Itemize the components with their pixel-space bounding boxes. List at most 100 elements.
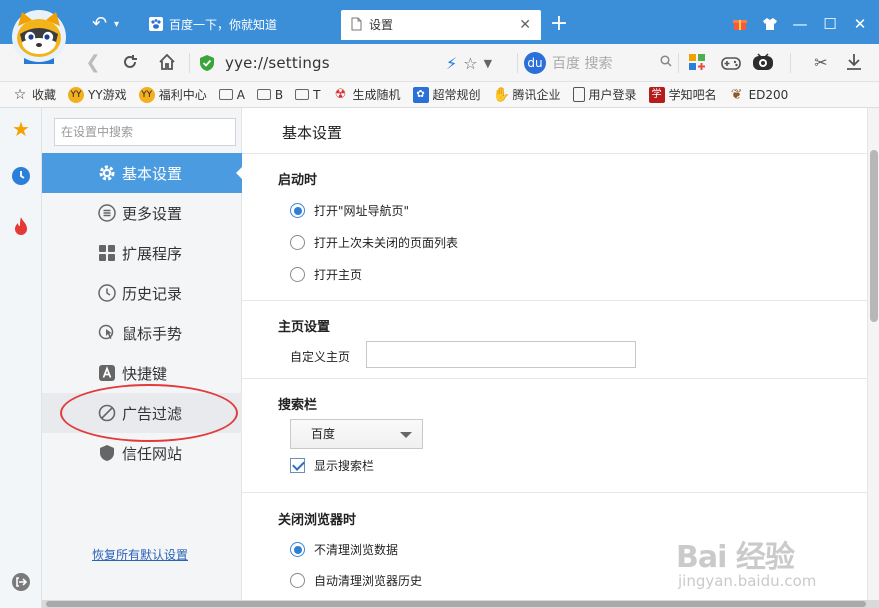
chevron-down-icon: ▾ (114, 19, 120, 30)
window-controls: — ☐ ✕ (727, 10, 873, 38)
chevron-down-icon[interactable]: ▼ (484, 57, 492, 70)
settings-content: 基本设置 启动时 打开"网址导航页" 打开上次未关闭的页面列表 打开主页 主页设… (242, 108, 867, 600)
nav-item-ad-filter[interactable]: 广告过滤 (42, 393, 242, 433)
search-input[interactable]: 百度 搜索 (552, 53, 660, 73)
checkbox[interactable] (290, 458, 305, 473)
new-tab-button[interactable]: + (549, 11, 569, 37)
title-bar: ↶ ▾ 百度一下，你就知道 设置 ✕ + — ☐ ✕ (0, 0, 879, 44)
apps-plus-icon[interactable] (684, 50, 710, 76)
nav-item-basic-settings[interactable]: 基本设置 (42, 153, 243, 193)
bookmark-item[interactable]: 用户登录 (572, 86, 637, 103)
gamepad-icon[interactable] (718, 50, 744, 76)
tab-baidu[interactable]: 百度一下，你就知道 (141, 10, 336, 40)
bookmark-item[interactable]: ✿ 超常规创 (412, 86, 481, 103)
nav-item-extensions[interactable]: 扩展程序 (42, 233, 242, 273)
divider (242, 300, 867, 301)
url-text[interactable]: yye://settings (225, 50, 330, 76)
bookmark-item[interactable]: B (256, 88, 283, 102)
lightning-icon[interactable]: ⚡ (446, 54, 457, 73)
download-icon[interactable] (841, 50, 867, 76)
search-engine-select[interactable]: 百度 (290, 419, 423, 449)
page-title: 基本设置 (282, 124, 343, 142)
bookmark-item[interactable]: ☆ 收藏 (12, 86, 56, 103)
gear-icon (99, 165, 115, 181)
restore-defaults-link[interactable]: 恢复所有默认设置 (92, 546, 188, 563)
onclose-option-keep-data[interactable]: 不清理浏览数据 (290, 541, 398, 558)
show-searchbar-option[interactable]: 显示搜索栏 (290, 457, 374, 474)
section-title-on-close: 关闭浏览器时 (278, 513, 357, 528)
secure-shield-icon (200, 55, 214, 71)
gift-icon[interactable] (727, 11, 753, 37)
bookmark-item[interactable]: T (295, 88, 321, 102)
favorites-star-icon[interactable]: ★ (10, 118, 32, 140)
section-title-searchbar: 搜索栏 (278, 398, 318, 413)
page-icon (351, 17, 362, 31)
scrollbar-thumb[interactable] (46, 601, 866, 607)
radio-button[interactable] (290, 235, 305, 250)
page-icon (572, 87, 585, 102)
startup-option-homepage[interactable]: 打开主页 (290, 266, 362, 283)
nav-item-shortcuts[interactable]: 快捷键 (42, 353, 242, 393)
bookmark-item[interactable]: ☢ 生成随机 (333, 86, 401, 103)
onclose-option-clear-history[interactable]: 自动清理浏览器历史 (290, 572, 422, 589)
bookmark-item[interactable]: 学学知吧名 (648, 86, 717, 103)
radio-button[interactable] (290, 573, 305, 588)
paw-icon: ✿ (412, 86, 429, 103)
tv-video-icon[interactable] (750, 50, 776, 76)
search-box[interactable]: du 百度 搜索 (524, 50, 672, 76)
startup-option-restore-tabs[interactable]: 打开上次未关闭的页面列表 (290, 234, 458, 251)
radio-button[interactable] (290, 267, 305, 282)
tab-label: 设置 (369, 18, 394, 32)
minimize-button[interactable]: — (787, 11, 813, 37)
star-outline-icon[interactable]: ☆ (463, 54, 477, 73)
nav-item-label: 信任网站 (122, 444, 183, 463)
close-icon[interactable]: ✕ (519, 10, 531, 40)
nav-item-trusted-sites[interactable]: 信任网站 (42, 433, 242, 473)
tab-settings[interactable]: 设置 ✕ (341, 10, 541, 40)
history-back-button[interactable]: ↶ ▾ (92, 12, 132, 36)
maximize-button[interactable]: ☐ (817, 11, 843, 37)
folder-icon (295, 89, 310, 100)
skin-shirt-icon[interactable] (757, 11, 783, 37)
horizontal-scrollbar[interactable] (42, 600, 879, 608)
list-icon (98, 204, 116, 222)
xue-icon: 学 (648, 86, 665, 103)
baidu-paw-icon[interactable]: du (524, 52, 546, 74)
scrollbar-thumb[interactable] (870, 150, 878, 322)
nav-item-mouse-gesture[interactable]: 鼠标手势 (42, 313, 242, 353)
bookmark-item[interactable]: YY 福利中心 (138, 86, 207, 103)
address-bar: ❮ yye://settings ⚡ ☆ ▼ du 百度 搜索 ✂ (0, 44, 879, 82)
nav-item-label: 快捷键 (122, 364, 168, 383)
reload-button[interactable] (117, 50, 143, 76)
startup-option-nav-page[interactable]: 打开"网址导航页" (290, 202, 409, 219)
custom-homepage-input[interactable] (366, 341, 636, 368)
nav-item-history[interactable]: 历史记录 (42, 273, 242, 313)
keyboard-a-icon (99, 365, 115, 381)
scissors-icon[interactable]: ✂ (808, 50, 834, 76)
bookmark-item[interactable]: A (218, 88, 245, 102)
bookmark-item[interactable]: ✋ 腾讯企业 (493, 86, 561, 103)
separator (678, 53, 679, 73)
hot-flame-icon[interactable] (10, 216, 32, 238)
home-button[interactable] (154, 50, 180, 76)
vertical-scrollbar[interactable] (867, 108, 879, 600)
settings-search-input[interactable] (54, 118, 236, 146)
bookmark-item[interactable]: ❦ ED200 (729, 87, 789, 103)
home-icon (159, 53, 175, 70)
reload-icon (124, 55, 137, 68)
gesture-icon (98, 324, 114, 340)
tab-label: 百度一下，你就知道 (169, 18, 278, 32)
radio-button[interactable] (290, 542, 305, 557)
search-icon[interactable] (660, 55, 672, 71)
divider (242, 378, 867, 379)
nav-item-label: 扩展程序 (122, 244, 183, 263)
nav-item-more-settings[interactable]: 更多设置 (42, 193, 242, 233)
dropdown-caret-icon (400, 432, 412, 438)
history-clock-icon[interactable] (10, 166, 32, 188)
radio-button[interactable] (290, 203, 305, 218)
close-window-button[interactable]: ✕ (847, 11, 873, 37)
logout-icon[interactable] (10, 572, 32, 594)
custom-homepage-label: 自定义主页 (290, 350, 351, 364)
bookmark-item[interactable]: YY YY游戏 (68, 86, 127, 103)
back-button[interactable]: ❮ (80, 50, 106, 76)
